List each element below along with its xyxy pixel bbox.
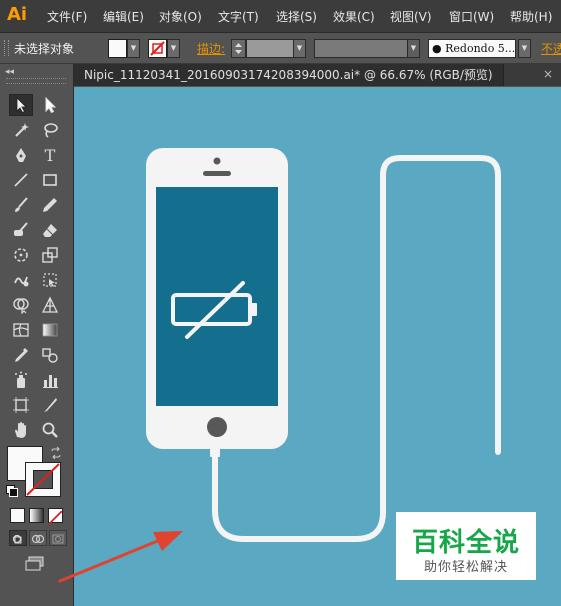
- scale-tool-icon[interactable]: [38, 244, 62, 266]
- brush-definition-field[interactable]: ● Redondo 5...: [428, 39, 516, 58]
- lasso-tool-icon[interactable]: [38, 119, 62, 141]
- none-slash-icon: [26, 463, 60, 496]
- watermark-badge: 百科全说 助你轻松解决: [396, 512, 536, 580]
- warp-tool-icon[interactable]: [9, 269, 33, 291]
- no-stroke-icon: [150, 41, 165, 56]
- watermark-title: 百科全说: [411, 528, 520, 558]
- opacity-label[interactable]: 不透: [541, 40, 561, 57]
- stroke-label[interactable]: 描边:: [197, 40, 225, 57]
- control-bar: 未选择对象 ▼ ▼ 描边: ▼ ▼ ● Redondo 5... ▼ 不透: [0, 33, 561, 64]
- watermark-subtitle: 助你轻松解决: [423, 560, 508, 575]
- app-logo: Ai: [7, 4, 28, 25]
- menu-type[interactable]: 文字(T): [218, 8, 259, 25]
- brush-name: Redondo 5...: [445, 42, 516, 55]
- line-segment-tool-icon[interactable]: [9, 169, 33, 191]
- stroke-weight-dropdown[interactable]: ▼: [293, 39, 306, 58]
- fill-stroke-proxy: [6, 444, 62, 500]
- phone-camera: [213, 157, 221, 165]
- blob-brush-tool-icon[interactable]: [9, 219, 33, 241]
- stroke-dropdown[interactable]: ▼: [167, 39, 180, 58]
- menu-file[interactable]: 文件(F): [47, 8, 87, 25]
- fill-swatch[interactable]: [108, 39, 127, 58]
- toolbox: ◂◂ T: [0, 64, 74, 606]
- artboard-canvas[interactable]: 百科全说 助你轻松解决: [74, 87, 561, 606]
- artboard-tool-icon[interactable]: [9, 394, 33, 416]
- stroke-weight-stepper[interactable]: [231, 39, 246, 58]
- menu-object[interactable]: 对象(O): [159, 8, 202, 25]
- variable-width-profile[interactable]: [314, 39, 408, 58]
- toolbox-collapse-icon[interactable]: ◂◂: [5, 67, 14, 77]
- brush-definition-dropdown[interactable]: ▼: [518, 39, 531, 58]
- draw-normal-icon[interactable]: [9, 530, 27, 546]
- menu-window[interactable]: 窗口(W): [449, 8, 494, 25]
- selection-tool-icon[interactable]: [9, 94, 33, 116]
- menu-select[interactable]: 选择(S): [276, 8, 317, 25]
- stroke-swatch[interactable]: [148, 39, 167, 58]
- close-tab-icon[interactable]: ×: [541, 66, 555, 82]
- gradient-mode-button[interactable]: [29, 508, 44, 523]
- eraser-tool-icon[interactable]: [38, 219, 62, 241]
- home-button: [207, 417, 227, 437]
- document-tab[interactable]: Nipic_11120341_20160903174208394000.ai* …: [74, 64, 504, 86]
- type-tool-icon[interactable]: T: [38, 144, 62, 166]
- document-tab-bar: Nipic_11120341_20160903174208394000.ai* …: [74, 64, 561, 86]
- paintbrush-tool-icon[interactable]: [9, 194, 33, 216]
- stroke-swatch-large[interactable]: [25, 462, 61, 497]
- mesh-tool-icon[interactable]: [9, 319, 33, 341]
- selection-status: 未选择对象: [14, 42, 75, 56]
- screen-mode-icon[interactable]: [24, 555, 46, 573]
- none-mode-button[interactable]: [48, 508, 63, 525]
- symbol-sprayer-tool-icon[interactable]: [9, 369, 33, 391]
- phone-earpiece: [203, 171, 231, 176]
- color-mode-button[interactable]: [10, 508, 25, 523]
- rectangle-tool-icon[interactable]: [38, 169, 62, 191]
- stroke-weight-field[interactable]: [246, 39, 294, 58]
- draw-inside-icon[interactable]: [49, 530, 67, 546]
- toolbox-grip[interactable]: [6, 78, 66, 84]
- draw-behind-icon[interactable]: [29, 530, 47, 546]
- rotate-tool-icon[interactable]: [9, 244, 33, 266]
- menu-help[interactable]: 帮助(H): [510, 8, 552, 25]
- shape-builder-tool-icon[interactable]: [9, 294, 33, 316]
- variable-width-dropdown[interactable]: ▼: [407, 39, 420, 58]
- column-graph-tool-icon[interactable]: [38, 369, 62, 391]
- menu-bar: Ai 文件(F) 编辑(E) 对象(O) 文字(T) 选择(S) 效果(C) 视…: [0, 0, 561, 33]
- perspective-grid-tool-icon[interactable]: [38, 294, 62, 316]
- default-fill-stroke-icon[interactable]: [6, 485, 18, 497]
- magic-wand-tool-icon[interactable]: [9, 119, 33, 141]
- swap-fill-stroke-icon[interactable]: [50, 444, 62, 460]
- pencil-tool-icon[interactable]: [38, 194, 62, 216]
- direct-selection-tool-icon[interactable]: [38, 94, 62, 116]
- brush-dot-icon: ●: [432, 42, 442, 55]
- gradient-tool-icon[interactable]: [38, 319, 62, 341]
- zoom-tool-icon[interactable]: [38, 419, 62, 441]
- free-transform-tool-icon[interactable]: [38, 269, 62, 291]
- hand-tool-icon[interactable]: [9, 419, 33, 441]
- menu-view[interactable]: 视图(V): [390, 8, 432, 25]
- menu-edit[interactable]: 编辑(E): [103, 8, 144, 25]
- panel-grip[interactable]: [4, 40, 9, 56]
- eyedropper-tool-icon[interactable]: [9, 344, 33, 366]
- blend-tool-icon[interactable]: [38, 344, 62, 366]
- pen-tool-icon[interactable]: [9, 144, 33, 166]
- slice-tool-icon[interactable]: [38, 394, 62, 416]
- fill-dropdown[interactable]: ▼: [127, 39, 140, 58]
- menu-effect[interactable]: 效果(C): [333, 8, 375, 25]
